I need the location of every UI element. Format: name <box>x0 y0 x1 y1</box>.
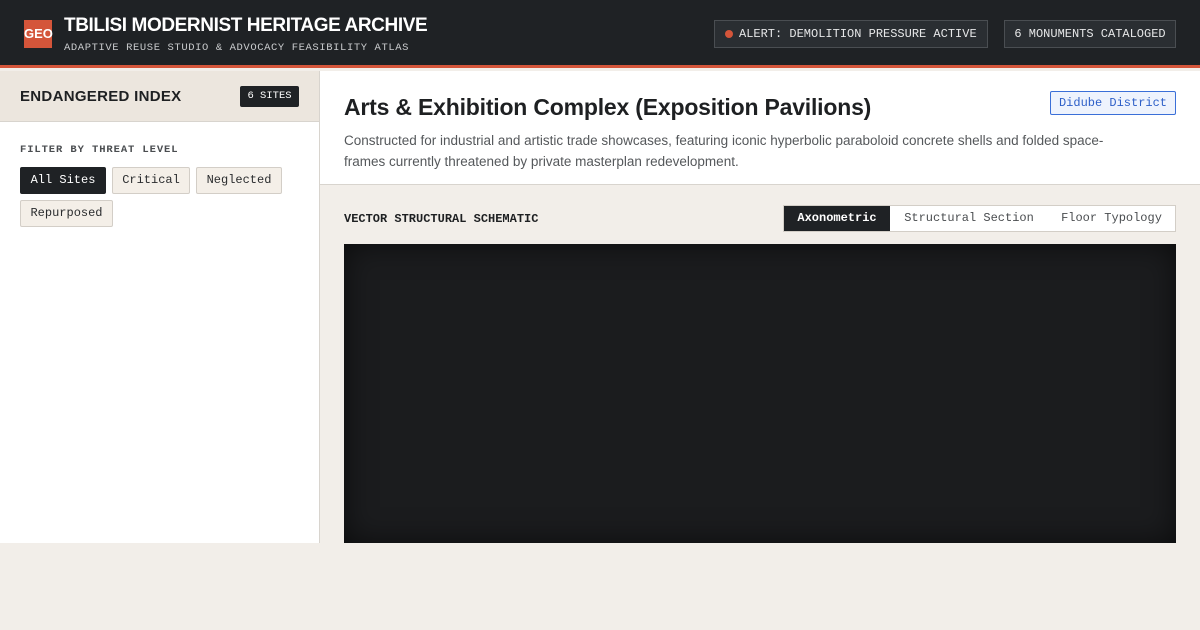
district-tag[interactable]: Didube District <box>1050 91 1176 115</box>
schematic-canvas[interactable] <box>344 244 1176 543</box>
filter-repurposed[interactable]: Repurposed <box>20 200 113 227</box>
monument-count-badge: 6 MONUMENTS CATALOGED <box>1004 20 1176 48</box>
site-title: Arts & Exhibition Complex (Exposition Pa… <box>344 94 872 120</box>
app-header: GEO TBILISI MODERNIST HERITAGE ARCHIVE A… <box>0 0 1200 68</box>
app-title: TBILISI MODERNIST HERITAGE ARCHIVE <box>64 15 428 36</box>
tab-floor-typology[interactable]: Floor Typology <box>1048 206 1175 231</box>
filter-critical[interactable]: Critical <box>112 167 190 194</box>
alert-text: ALERT: DEMOLITION PRESSURE ACTIVE <box>739 27 977 41</box>
app-subtitle: ADAPTIVE REUSE STUDIO & ADVOCACY FEASIBI… <box>64 42 410 54</box>
alert-dot-icon <box>725 30 733 38</box>
page-background <box>0 543 1200 630</box>
sidebar-title: ENDANGERED INDEX <box>20 88 182 105</box>
alert-badge: ALERT: DEMOLITION PRESSURE ACTIVE <box>714 20 988 48</box>
site-description: Constructed for industrial and artistic … <box>344 133 1104 169</box>
schematic-label: VECTOR STRUCTURAL SCHEMATIC <box>344 212 539 226</box>
sites-count-badge: 6 SITES <box>240 86 299 107</box>
site-header: Arts & Exhibition Complex (Exposition Pa… <box>320 71 1200 185</box>
sidebar-header: ENDANGERED INDEX 6 SITES <box>0 71 319 122</box>
tab-axonometric[interactable]: Axonometric <box>784 206 890 231</box>
filter-label: FILTER BY THREAT LEVEL <box>20 144 179 156</box>
filter-neglected[interactable]: Neglected <box>196 167 282 194</box>
sidebar: ENDANGERED INDEX 6 SITES FILTER BY THREA… <box>0 71 320 543</box>
logo: GEO <box>24 20 53 48</box>
tab-structural-section[interactable]: Structural Section <box>890 206 1048 231</box>
schematic-tabs: Axonometric Structural Section Floor Typ… <box>783 205 1176 232</box>
filter-all-sites[interactable]: All Sites <box>20 167 106 194</box>
